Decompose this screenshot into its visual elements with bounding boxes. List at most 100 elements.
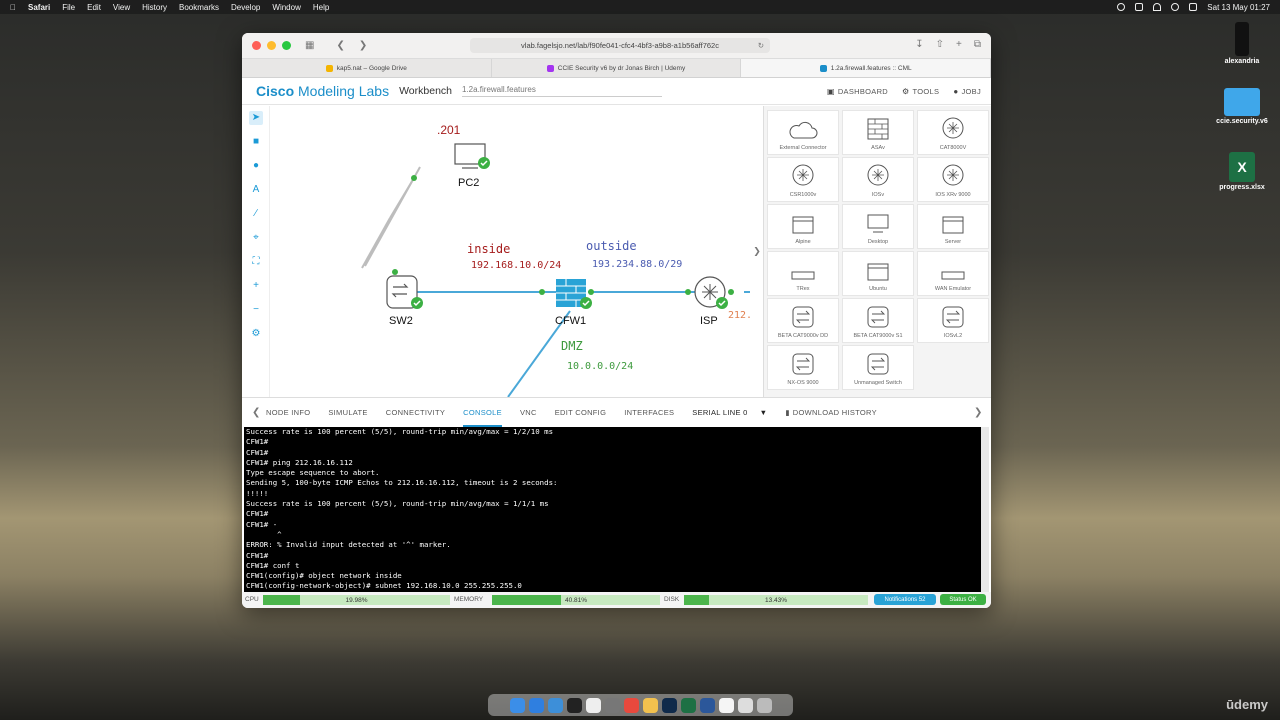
text-tool-icon[interactable]: A: [249, 183, 263, 197]
menu-view[interactable]: View: [113, 3, 130, 12]
palette-item-server[interactable]: Server: [917, 204, 989, 249]
zoom-in-icon[interactable]: +: [249, 279, 263, 293]
tab-node-info[interactable]: NODE INFO: [266, 408, 310, 417]
back-icon[interactable]: ❮: [336, 40, 344, 51]
palette-toggle-button[interactable]: ❯: [751, 106, 764, 397]
desktop-item-ccie-folder[interactable]: ccie.security.v6: [1207, 88, 1277, 125]
textedit-icon[interactable]: [718, 697, 734, 713]
palette-item-beta-cat9000v-s1[interactable]: BETA CAT9000v S1: [842, 298, 914, 343]
palette-item-alpine[interactable]: Alpine: [767, 204, 839, 249]
palette-item-iosv[interactable]: IOSv: [842, 157, 914, 202]
status-ok-badge[interactable]: Status OK: [940, 594, 986, 605]
desktop-item-progress-xlsx[interactable]: X progress.xlsx: [1207, 152, 1277, 191]
photoshop-icon[interactable]: [661, 697, 677, 713]
menu-app-name[interactable]: Safari: [28, 3, 50, 12]
minimize-window-button[interactable]: [267, 41, 276, 50]
word-icon[interactable]: [699, 697, 715, 713]
palette-item-ubuntu[interactable]: Ubuntu: [842, 251, 914, 296]
palette-item-cat8000v[interactable]: CAT8000V: [917, 110, 989, 155]
node-cfw1[interactable]: [556, 279, 592, 309]
excel-icon[interactable]: [680, 697, 696, 713]
tab-console[interactable]: CONSOLE: [463, 408, 502, 427]
terminal-icon[interactable]: [566, 697, 582, 713]
documents-icon[interactable]: [737, 697, 753, 713]
node-sw2[interactable]: [386, 275, 423, 309]
tools-button[interactable]: ⚙ TOOLS: [902, 87, 939, 96]
ellipse-tool-icon[interactable]: ●: [249, 159, 263, 173]
search-icon[interactable]: [1171, 3, 1180, 11]
chevron-right-icon[interactable]: ❯: [974, 407, 983, 418]
address-bar[interactable]: vlab.fagelsjo.net/lab/f90fe041-cfc4-4bf3…: [470, 38, 770, 53]
menu-help[interactable]: Help: [313, 3, 329, 12]
forward-icon[interactable]: ❯: [359, 40, 367, 51]
palette-item-wan-emulator[interactable]: WAN Emulator: [917, 251, 989, 296]
console-terminal[interactable]: Success rate is 100 percent (5/5), round…: [244, 427, 981, 592]
record-icon[interactable]: [1117, 3, 1126, 11]
sidebar-toggle-icon[interactable]: ▦: [305, 40, 314, 51]
center-view-icon[interactable]: ⌖: [249, 231, 263, 245]
palette-item-csr1000v[interactable]: CSR1000v: [767, 157, 839, 202]
menubar-clock[interactable]: Sat 13 May 01:27: [1207, 3, 1270, 12]
menu-history[interactable]: History: [142, 3, 167, 12]
tab-interfaces[interactable]: INTERFACES: [624, 408, 674, 417]
link-pc2-sw2-main[interactable]: [364, 166, 421, 267]
menu-window[interactable]: Window: [272, 3, 300, 12]
system-settings-icon[interactable]: [604, 697, 620, 713]
safari-icon[interactable]: [528, 697, 544, 713]
cml-logo[interactable]: Cisco Modeling Labs: [256, 83, 389, 99]
palette-item-trex[interactable]: TRex: [767, 251, 839, 296]
tab-overview-icon[interactable]: ⧉: [974, 39, 981, 50]
zoom-window-button[interactable]: [282, 41, 291, 50]
palette-item-desktop[interactable]: Desktop: [842, 204, 914, 249]
dashboard-button[interactable]: ▣ DASHBOARD: [827, 87, 888, 96]
fit-view-icon[interactable]: ⛶: [249, 255, 263, 269]
canvas-settings-icon[interactable]: ⚙: [249, 327, 263, 341]
mail-icon[interactable]: [547, 697, 563, 713]
topology-svg[interactable]: PC2 .201 SW2 CFW1 ISP 212. inside 192.16…: [270, 106, 750, 397]
menu-edit[interactable]: Edit: [87, 3, 101, 12]
tab-cml[interactable]: 1.2a.firewall.features :: CML: [741, 59, 991, 77]
finder-icon[interactable]: [509, 697, 525, 713]
palette-item-external-connector[interactable]: External Connector: [767, 110, 839, 155]
palette-item-nx-os-9000[interactable]: NX-OS 9000: [767, 345, 839, 390]
chrome-icon[interactable]: [642, 697, 658, 713]
wifi-icon[interactable]: [1153, 3, 1162, 11]
downloads-icon[interactable]: ↧: [915, 39, 923, 50]
chevron-left-icon[interactable]: ❮: [252, 407, 261, 418]
control-center-icon[interactable]: [1189, 3, 1198, 11]
download-history-button[interactable]: ▮ DOWNLOAD HISTORY: [785, 408, 877, 417]
rectangle-tool-icon[interactable]: ■: [249, 135, 263, 149]
tab-connectivity[interactable]: CONNECTIVITY: [386, 408, 445, 417]
apple-icon[interactable]: : [10, 3, 16, 12]
tab-udemy[interactable]: CCIE Security v6 by dr Jonas Birch | Ude…: [492, 59, 742, 77]
reload-icon[interactable]: ↻: [758, 41, 764, 50]
node-isp[interactable]: [694, 276, 728, 309]
palette-item-ios-xrv-9000[interactable]: IOS XRv 9000: [917, 157, 989, 202]
console-scrollbar[interactable]: [981, 427, 989, 592]
user-button[interactable]: ● JOBJ: [953, 87, 981, 96]
screenshot-icon[interactable]: [585, 697, 601, 713]
tab-vnc[interactable]: VNC: [520, 408, 537, 417]
new-tab-icon[interactable]: +: [956, 39, 962, 50]
menu-file[interactable]: File: [62, 3, 75, 12]
palette-item-beta-cat9000v-dd[interactable]: BETA CAT9000v DD: [767, 298, 839, 343]
link-pc2-sw2-lower[interactable]: [361, 217, 391, 269]
battery-icon[interactable]: [1135, 3, 1144, 11]
menu-develop[interactable]: Develop: [231, 3, 260, 12]
photos-icon[interactable]: [623, 697, 639, 713]
trash-icon[interactable]: [756, 697, 772, 713]
tab-simulate[interactable]: SIMULATE: [328, 408, 367, 417]
desktop-item-alexandria[interactable]: alexandria: [1207, 22, 1277, 65]
share-icon[interactable]: ⇧: [936, 39, 944, 50]
line-tool-icon[interactable]: ∕: [249, 207, 263, 221]
lab-name-field[interactable]: 1.2a.firewall.features: [462, 85, 662, 97]
palette-item-asav[interactable]: ASAv: [842, 110, 914, 155]
tab-google-drive[interactable]: kap5.nat – Google Drive: [242, 59, 492, 77]
select-tool-icon[interactable]: ➤: [249, 111, 263, 125]
zoom-out-icon[interactable]: −: [249, 303, 263, 317]
topology-canvas[interactable]: PC2 .201 SW2 CFW1 ISP 212. inside 192.16…: [270, 106, 750, 397]
close-window-button[interactable]: [252, 41, 261, 50]
tab-edit-config[interactable]: EDIT CONFIG: [555, 408, 607, 417]
palette-item-unmanaged-switch[interactable]: Unmanaged Switch: [842, 345, 914, 390]
palette-item-iosvl2[interactable]: IOSvL2: [917, 298, 989, 343]
